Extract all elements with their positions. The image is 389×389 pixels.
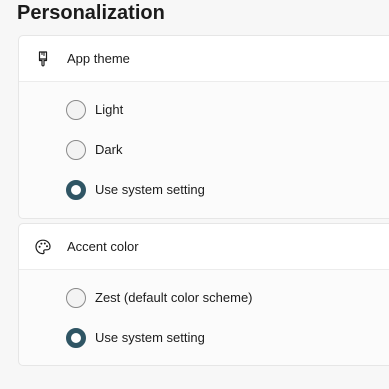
- radio-label-accent-system: Use system setting: [95, 330, 205, 345]
- radio-accent-system[interactable]: Use system setting: [66, 327, 205, 349]
- radio-label-light: Light: [95, 102, 124, 117]
- radio-button[interactable]: [66, 140, 86, 160]
- radio-theme-system[interactable]: Use system setting: [66, 179, 205, 201]
- paintbrush-icon: [38, 51, 48, 67]
- accent-color-header: Accent color: [19, 224, 389, 270]
- radio-button[interactable]: [66, 100, 86, 120]
- radio-label-system: Use system setting: [95, 182, 205, 197]
- palette-icon: [35, 239, 51, 255]
- radio-accent-zest[interactable]: Zest (default color scheme): [66, 287, 253, 309]
- accent-color-label: Accent color: [67, 239, 139, 254]
- radio-label-zest: Zest (default color scheme): [95, 290, 253, 305]
- app-theme-card: App theme Light Dark Use system setting: [18, 35, 389, 219]
- radio-theme-light[interactable]: Light: [66, 99, 123, 121]
- radio-label-dark: Dark: [95, 142, 123, 157]
- page-title: Personalization: [17, 2, 165, 24]
- radio-theme-dark[interactable]: Dark: [66, 139, 122, 161]
- radio-button[interactable]: [66, 288, 86, 308]
- radio-button-selected[interactable]: [66, 180, 86, 200]
- app-theme-label: App theme: [67, 51, 130, 66]
- radio-button-selected[interactable]: [66, 328, 86, 348]
- app-theme-header: App theme: [19, 36, 389, 82]
- accent-color-card: Accent color Zest (default color scheme)…: [18, 223, 389, 366]
